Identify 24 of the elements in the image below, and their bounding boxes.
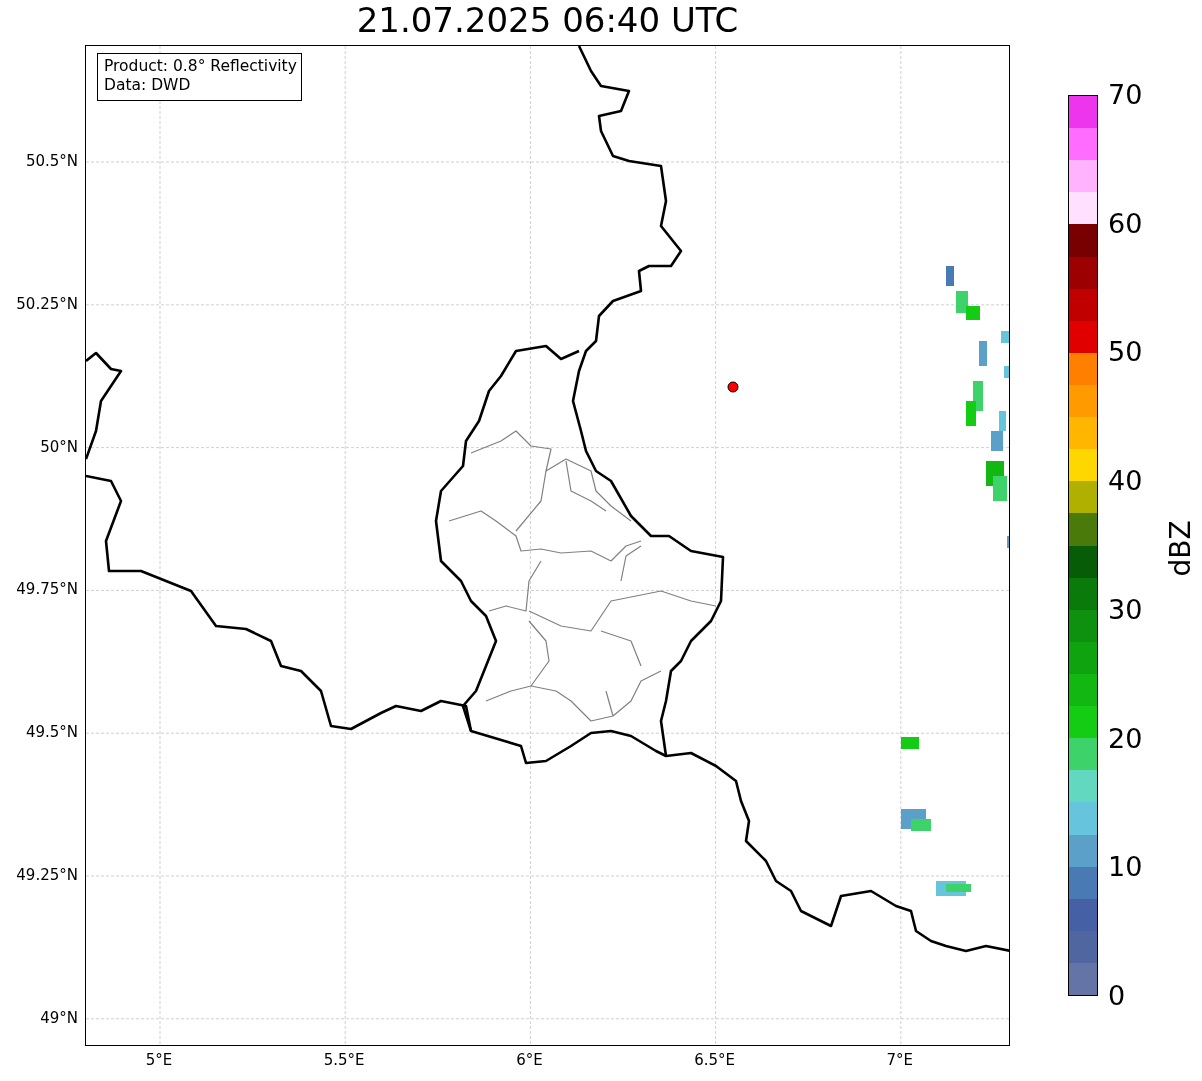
longitude-label: 6.5°E xyxy=(693,1051,736,1069)
colorbar-tick-label: 40 xyxy=(1108,465,1143,498)
latitude-label: 50°N xyxy=(40,437,78,456)
longitude-label: 5.5°E xyxy=(322,1051,366,1069)
colorbar-tick-label: 0 xyxy=(1108,980,1126,1012)
colorbar-tick-label: 20 xyxy=(1108,722,1143,755)
latitude-label: 49.75°N xyxy=(16,580,78,599)
longitude-label: 5°E xyxy=(144,1051,174,1069)
colorbar-tick-label: 70 xyxy=(1108,79,1143,111)
colorbar-label: dBZ xyxy=(1163,519,1197,577)
latitude-label: 50.25°N xyxy=(16,294,78,313)
colorbar-tick-label: 60 xyxy=(1108,207,1143,240)
latitude-label: 50.5°N xyxy=(25,152,78,170)
colorbar-tick-label: 30 xyxy=(1108,593,1143,626)
latitude-label: 49°N xyxy=(40,1008,78,1027)
chart-title: 21.07.2025 06:40 UTC xyxy=(355,0,740,42)
latitude-label: 49.5°N xyxy=(25,723,78,742)
longitude-label: 7°E xyxy=(885,1051,915,1069)
colorbar-tick-label: 50 xyxy=(1108,336,1143,369)
info-text: Data: DWD xyxy=(104,76,192,95)
longitude-label: 6°E xyxy=(515,1051,544,1069)
colorbar-tick-label: 10 xyxy=(1108,851,1143,884)
info-text: Product: 0.8° Reflectivity xyxy=(104,57,297,76)
latitude-label: 49.25°N xyxy=(16,866,78,884)
